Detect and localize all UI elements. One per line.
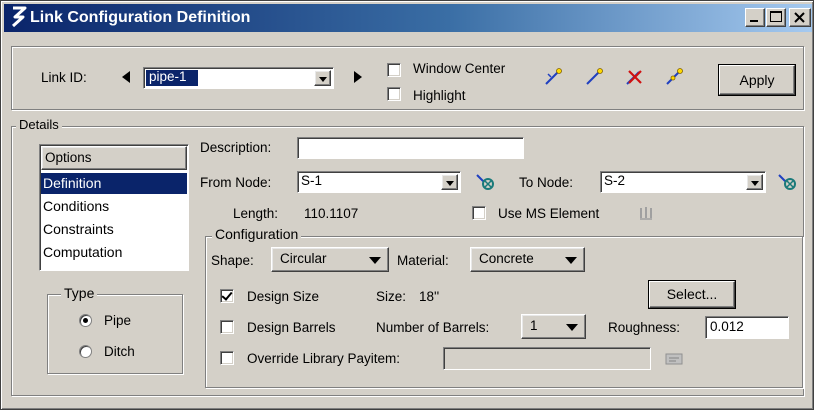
window-center-checkbox[interactable] bbox=[387, 63, 401, 77]
ditch-label: Ditch bbox=[104, 344, 135, 359]
list-item[interactable]: Computation bbox=[41, 242, 187, 263]
type-legend: Type bbox=[61, 285, 98, 301]
details-legend: Details bbox=[16, 117, 62, 132]
override-payitem-input bbox=[443, 347, 651, 370]
select-button[interactable]: Select... bbox=[649, 281, 735, 308]
minimize-button[interactable] bbox=[745, 8, 765, 27]
override-payitem-checkbox[interactable] bbox=[220, 351, 234, 365]
close-button[interactable] bbox=[789, 8, 811, 27]
pick-from-node-icon[interactable] bbox=[475, 172, 497, 192]
shape-dropdown[interactable]: Circular bbox=[271, 247, 389, 272]
number-of-barrels-dropdown[interactable]: 1 bbox=[521, 314, 586, 339]
app-logo-icon bbox=[11, 6, 27, 28]
from-node-label: From Node: bbox=[200, 175, 272, 190]
pipe-label: Pipe bbox=[104, 313, 132, 328]
configuration-legend: Configuration bbox=[212, 226, 302, 242]
number-of-barrels-arrow-icon bbox=[566, 324, 578, 331]
use-ms-element-label: Use MS Element bbox=[498, 206, 600, 221]
next-link-arrow-icon[interactable] bbox=[354, 71, 362, 83]
list-item[interactable]: Definition bbox=[41, 173, 187, 194]
number-of-barrels-value: 1 bbox=[530, 318, 538, 333]
material-label: Material: bbox=[397, 253, 449, 268]
roughness-value: 0.012 bbox=[710, 319, 744, 334]
link-id-value: pipe-1 bbox=[149, 69, 187, 84]
roughness-input[interactable]: 0.012 bbox=[705, 316, 789, 339]
payitem-browse-icon bbox=[665, 353, 683, 365]
link-id-dropdown-button[interactable] bbox=[314, 70, 331, 86]
description-input[interactable] bbox=[297, 137, 524, 159]
window-title: Link Configuration Definition bbox=[30, 9, 251, 26]
from-node-value: S-1 bbox=[301, 173, 323, 188]
list-item[interactable]: Conditions bbox=[41, 196, 187, 217]
to-node-combo[interactable]: S-2 bbox=[600, 171, 766, 193]
design-barrels-label: Design Barrels bbox=[247, 320, 336, 335]
list-item[interactable]: Constraints bbox=[41, 219, 187, 240]
design-barrels-checkbox[interactable] bbox=[220, 320, 234, 334]
options-header-label: Options bbox=[45, 150, 92, 165]
highlight-checkbox[interactable] bbox=[387, 87, 401, 101]
roughness-label: Roughness: bbox=[608, 320, 681, 335]
override-payitem-label: Override Library Payitem: bbox=[247, 351, 401, 366]
length-label: Length: bbox=[233, 206, 279, 221]
shape-label: Shape: bbox=[211, 253, 254, 268]
ditch-radio[interactable] bbox=[79, 345, 92, 358]
shape-value: Circular bbox=[280, 251, 327, 266]
select-element-icon[interactable] bbox=[637, 204, 657, 222]
options-list[interactable]: Options Definition Conditions Constraint… bbox=[39, 144, 189, 271]
minimize-icon bbox=[750, 20, 758, 22]
to-node-label: To Node: bbox=[519, 175, 574, 190]
pipe-radio[interactable] bbox=[79, 314, 92, 327]
number-of-barrels-label: Number of Barrels: bbox=[376, 320, 490, 335]
pick-to-node-icon[interactable] bbox=[777, 172, 799, 192]
from-node-dropdown-button[interactable] bbox=[441, 174, 458, 190]
length-value: 110.1107 bbox=[304, 206, 359, 221]
link-select-icon[interactable] bbox=[542, 65, 566, 89]
link-configuration-window: Link Configuration Definition Link ID: p… bbox=[0, 0, 814, 410]
size-value: 18'' bbox=[419, 289, 440, 304]
previous-link-arrow-icon[interactable] bbox=[122, 71, 130, 83]
link-id-label: Link ID: bbox=[41, 70, 87, 85]
options-list-header: Options bbox=[41, 146, 187, 170]
use-ms-element-checkbox[interactable] bbox=[472, 206, 486, 220]
maximize-icon bbox=[770, 11, 782, 22]
material-dropdown[interactable]: Concrete bbox=[470, 247, 585, 272]
link-add-icon[interactable] bbox=[583, 65, 607, 89]
link-id-combo[interactable]: pipe-1 bbox=[143, 67, 334, 89]
link-edit-icon[interactable] bbox=[663, 65, 687, 89]
material-dropdown-arrow-icon bbox=[565, 257, 577, 264]
highlight-label: Highlight bbox=[413, 88, 466, 103]
from-node-combo[interactable]: S-1 bbox=[297, 171, 461, 193]
to-node-value: S-2 bbox=[604, 173, 626, 188]
to-node-dropdown-button[interactable] bbox=[746, 174, 763, 190]
apply-button[interactable]: Apply bbox=[719, 65, 795, 95]
close-icon bbox=[794, 12, 805, 23]
link-delete-icon[interactable] bbox=[623, 65, 647, 89]
title-bar[interactable]: Link Configuration Definition bbox=[4, 4, 812, 32]
design-size-checkbox[interactable] bbox=[220, 289, 234, 303]
design-size-label: Design Size bbox=[247, 289, 320, 304]
description-label: Description: bbox=[200, 140, 272, 155]
window-center-label: Window Center bbox=[413, 61, 506, 76]
material-value: Concrete bbox=[479, 251, 534, 266]
maximize-button[interactable] bbox=[766, 8, 786, 27]
size-label: Size: bbox=[376, 289, 407, 304]
shape-dropdown-arrow-icon bbox=[369, 257, 381, 264]
type-group bbox=[47, 294, 183, 374]
